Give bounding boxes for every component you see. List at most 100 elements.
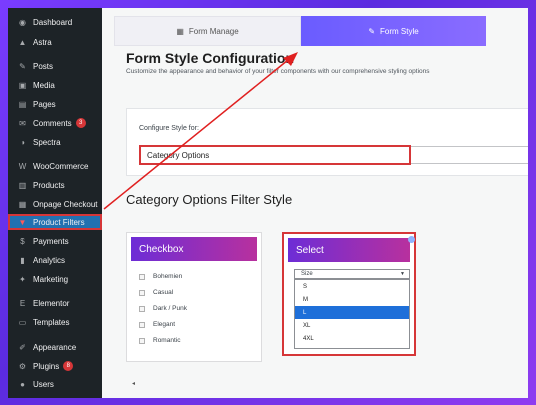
- sidebar-item-spectra[interactable]: ◑ Spectra: [8, 134, 102, 150]
- select-option-selected[interactable]: L: [295, 306, 409, 319]
- pin-icon: ✎: [19, 61, 26, 71]
- main-content: ▦ Form Manage ✎ Form Style Form Style Co…: [102, 8, 528, 398]
- sidebar-item-label: Templates: [33, 317, 70, 327]
- sidebar-item-comments[interactable]: ✉ Comments 3: [8, 115, 102, 131]
- checkbox-label: Casual: [153, 289, 174, 296]
- sidebar-item-plugins[interactable]: ⚙ Plugins 8: [8, 358, 102, 374]
- sidebar-item-label: Pages: [33, 99, 56, 109]
- sidebar-item-astra[interactable]: ▲ Astra: [8, 34, 102, 50]
- plugins-count-badge: 8: [63, 361, 74, 371]
- sidebar-item-label: Media: [33, 80, 55, 90]
- section-title: Category Options Filter Style: [126, 192, 293, 207]
- checkbox-option[interactable]: Bohemien: [139, 273, 182, 280]
- astra-icon: ▲: [18, 37, 27, 47]
- checkbox-option[interactable]: Dark / Punk: [139, 305, 187, 312]
- sidebar-item-media[interactable]: ▣ Media: [8, 77, 102, 93]
- products-icon: ▥: [18, 180, 27, 190]
- plugins-icon: ⚙: [18, 361, 27, 371]
- comments-icon: ✉: [19, 118, 26, 128]
- tab-label: Form Style: [380, 26, 419, 36]
- sidebar-item-label: Elementor: [33, 298, 70, 308]
- checkbox-preview-card: Checkbox Bohemien Casual Dark / Punk Ele…: [126, 232, 262, 362]
- config-label: Configure Style for:: [139, 125, 199, 132]
- marketing-icon: ✦: [19, 274, 26, 284]
- select-option[interactable]: S: [295, 280, 409, 293]
- sidebar-item-woocommerce[interactable]: W WooCommerce: [8, 158, 102, 174]
- sidebar-item-label: WooCommerce: [33, 161, 89, 171]
- sidebar-item-product-filters[interactable]: ▼ Product Filters: [8, 214, 102, 230]
- size-select[interactable]: Size ▼: [294, 269, 410, 279]
- dashboard-icon: ◉: [19, 17, 26, 27]
- checkbox-option[interactable]: Romantic: [139, 337, 180, 344]
- checkbox-label: Elegant: [153, 321, 176, 328]
- chevron-down-icon: ▼: [400, 271, 405, 277]
- admin-sidebar: ◉ Dashboard ▲ Astra ✎ Posts ▣ Media ▤ Pa…: [8, 8, 102, 398]
- sidebar-item-label: Marketing: [33, 274, 69, 284]
- scroll-left-icon[interactable]: ◂: [132, 380, 135, 387]
- status-dot: [408, 236, 415, 243]
- appearance-icon: ✐: [19, 342, 26, 352]
- tab-label: Form Manage: [188, 26, 239, 36]
- select-option[interactable]: M: [295, 293, 409, 306]
- checkbox[interactable]: [139, 273, 145, 280]
- page-title: Form Style Configuration: [126, 50, 294, 66]
- tab-form-style[interactable]: ✎ Form Style: [301, 16, 486, 46]
- sidebar-item-label: Spectra: [33, 137, 61, 147]
- spectra-icon: ◑: [20, 137, 25, 147]
- checkbox-card-header: Checkbox: [131, 237, 257, 261]
- users-icon: ●: [20, 379, 25, 389]
- tab-bar: ▦ Form Manage ✎ Form Style: [114, 16, 486, 46]
- checkbox-label: Bohemien: [153, 273, 183, 280]
- checkbox-option[interactable]: Casual: [139, 289, 173, 296]
- select-current-value: Size: [301, 271, 313, 277]
- sidebar-item-label: Comments: [33, 118, 72, 128]
- select-preview-card: Select Size ▼ S M L XL 4XL: [282, 232, 416, 356]
- configure-style-select[interactable]: Category Options: [139, 145, 411, 165]
- sidebar-item-onpage-checkout[interactable]: ▦ Onpage Checkout: [8, 196, 102, 212]
- sidebar-item-analytics[interactable]: ▮ Analytics: [8, 252, 102, 268]
- sidebar-item-payments[interactable]: $ Payments: [8, 233, 102, 249]
- checkbox-label: Romantic: [153, 337, 181, 344]
- templates-icon: ▭: [18, 317, 27, 327]
- sidebar-item-label: Posts: [33, 61, 54, 71]
- checkbox[interactable]: [139, 337, 145, 344]
- elementor-icon: E: [19, 298, 26, 308]
- tab-form-manage[interactable]: ▦ Form Manage: [114, 16, 301, 46]
- sidebar-item-label: Products: [33, 180, 65, 190]
- select-option[interactable]: XL: [295, 319, 409, 332]
- comments-count-badge: 3: [75, 118, 86, 128]
- sidebar-item-templates[interactable]: ▭ Templates: [8, 314, 102, 330]
- sidebar-item-dashboard[interactable]: ◉ Dashboard: [8, 14, 102, 30]
- sidebar-item-elementor[interactable]: E Elementor: [8, 295, 102, 311]
- sidebar-item-label: Onpage Checkout: [33, 199, 98, 209]
- checkbox[interactable]: [139, 289, 145, 296]
- checkbox-label: Dark / Punk: [153, 305, 187, 312]
- screenshot-frame: ◉ Dashboard ▲ Astra ✎ Posts ▣ Media ▤ Pa…: [8, 8, 528, 398]
- select-options-list: S M L XL 4XL: [294, 279, 410, 349]
- checkbox[interactable]: [139, 321, 145, 328]
- woocommerce-icon: W: [18, 161, 27, 171]
- config-card: Configure Style for: Category Options: [126, 108, 528, 176]
- sidebar-item-label: Analytics: [33, 255, 66, 265]
- sidebar-item-label: Plugins: [33, 361, 60, 371]
- sidebar-item-products[interactable]: ▥ Products: [8, 177, 102, 193]
- sidebar-item-users[interactable]: ● Users: [8, 376, 102, 392]
- page-subtitle: Customize the appearance and behavior of…: [126, 68, 430, 75]
- sidebar-item-posts[interactable]: ✎ Posts: [8, 58, 102, 74]
- checkbox-option[interactable]: Elegant: [139, 321, 175, 328]
- pages-icon: ▤: [18, 99, 27, 109]
- analytics-icon: ▮: [20, 255, 25, 265]
- filter-icon: ▼: [18, 217, 27, 227]
- sidebar-item-label: Payments: [33, 236, 69, 246]
- sidebar-item-label: Astra: [33, 37, 52, 47]
- sidebar-item-label: Dashboard: [33, 17, 73, 27]
- grid-icon: ▦: [176, 26, 184, 36]
- sidebar-item-marketing[interactable]: ✦ Marketing: [8, 271, 102, 287]
- payments-icon: $: [20, 236, 25, 246]
- select-extension: [411, 146, 528, 164]
- sidebar-item-pages[interactable]: ▤ Pages: [8, 96, 102, 112]
- select-card-header: Select: [288, 238, 410, 262]
- checkbox[interactable]: [139, 305, 145, 312]
- select-option[interactable]: 4XL: [295, 332, 409, 345]
- sidebar-item-appearance[interactable]: ✐ Appearance: [8, 339, 102, 355]
